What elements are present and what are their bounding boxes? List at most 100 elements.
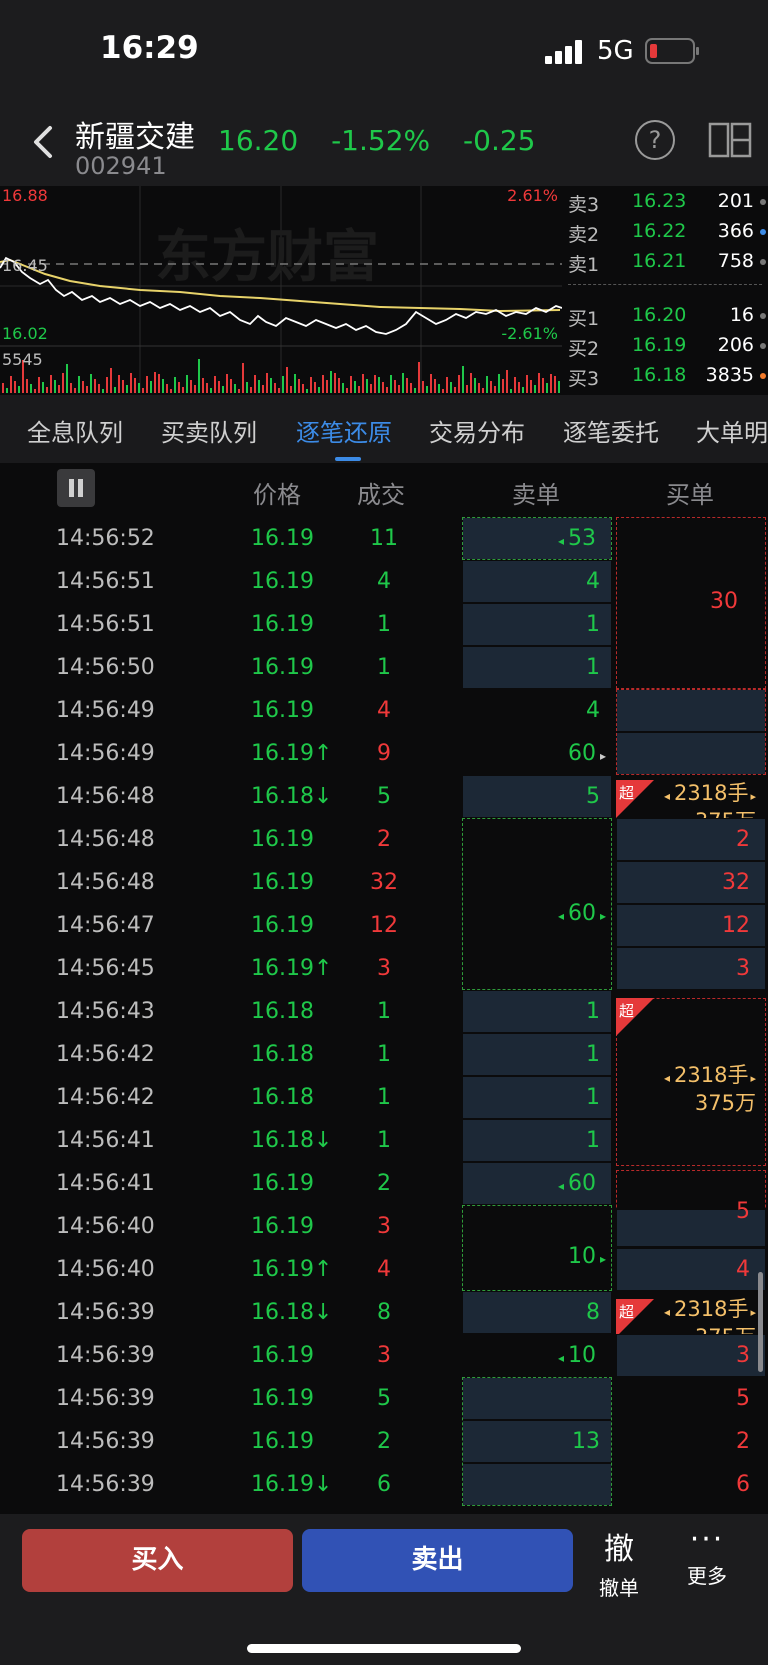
sell-order-value: 1 bbox=[586, 612, 600, 637]
volume-bar bbox=[510, 389, 512, 393]
volume-bar bbox=[266, 373, 268, 393]
sell-order-value: 1 bbox=[586, 999, 600, 1024]
volume-bar bbox=[518, 382, 520, 393]
trade-time: 14:56:51 bbox=[56, 569, 155, 594]
trade-row: 14:56:39 16.19 5 bbox=[0, 1377, 768, 1420]
trade-time: 14:56:39 bbox=[56, 1343, 155, 1368]
volume-bar bbox=[274, 383, 276, 393]
volume-bar bbox=[158, 374, 160, 393]
trade-volume: 3 bbox=[377, 1214, 391, 1239]
cancel-order-button[interactable]: 撤 撤单 bbox=[596, 1524, 642, 1601]
volume-bar bbox=[234, 384, 236, 393]
trade-price: 16.19↑ bbox=[251, 956, 333, 981]
volume-bar bbox=[118, 375, 120, 393]
volume-bar bbox=[310, 377, 312, 393]
buy-group-border bbox=[616, 689, 766, 775]
trade-time: 14:56:39 bbox=[56, 1300, 155, 1325]
bid-row-2: 买2 16.19 206 bbox=[562, 330, 768, 360]
bid-row-1: 买1 16.20 16 bbox=[562, 300, 768, 330]
help-icon[interactable]: ? bbox=[635, 120, 675, 160]
volume-bar bbox=[182, 387, 184, 393]
trade-price: 16.18 bbox=[251, 999, 314, 1024]
layout-switch-icon[interactable] bbox=[708, 120, 752, 160]
trade-price: 16.19↑ bbox=[251, 741, 333, 766]
trade-time: 14:56:45 bbox=[56, 956, 155, 981]
trade-list[interactable]: 14:56:52 16.19 11 14:56:51 16.19 4 14:56:51 16.… bbox=[0, 517, 768, 1517]
ask-label: 卖2 bbox=[568, 224, 600, 246]
ask-volume: 758 bbox=[717, 250, 754, 272]
trade-price: 16.18↓ bbox=[251, 784, 333, 809]
buy-order-value: 3 bbox=[736, 956, 750, 981]
volume-bar bbox=[166, 384, 168, 393]
bid-price: 16.20 bbox=[632, 304, 687, 326]
volume-bar bbox=[462, 366, 464, 393]
trade-time: 14:56:47 bbox=[56, 913, 155, 938]
volume-bar bbox=[378, 377, 380, 393]
chart-low-pct: -2.61% bbox=[501, 324, 558, 343]
trade-volume: 4 bbox=[377, 698, 391, 723]
tab-trade-distribution[interactable]: 交易分布 bbox=[429, 413, 525, 448]
volume-bar bbox=[94, 379, 96, 393]
trade-volume: 2 bbox=[377, 1171, 391, 1196]
trade-volume: 2 bbox=[377, 827, 391, 852]
volume-bar bbox=[442, 389, 444, 393]
pause-icon[interactable] bbox=[57, 469, 95, 507]
volume-bar bbox=[82, 381, 84, 393]
back-icon[interactable] bbox=[28, 122, 58, 162]
trade-volume: 1 bbox=[377, 1042, 391, 1067]
volume-bar bbox=[278, 388, 280, 393]
trade-time: 14:56:52 bbox=[56, 526, 155, 551]
volume-bar bbox=[346, 388, 348, 393]
buy-button[interactable]: 买入 bbox=[22, 1529, 293, 1592]
trade-price: 16.19 bbox=[251, 655, 314, 680]
big-order-info[interactable]: ◂2318手▸375万 bbox=[654, 1063, 756, 1115]
stock-quote: 16.20 -1.52% -0.25 bbox=[218, 124, 550, 157]
scrollbar[interactable] bbox=[758, 1272, 763, 1372]
tab-tick-orders[interactable]: 逐笔委托 bbox=[563, 413, 659, 448]
trade-time: 14:56:39 bbox=[56, 1472, 155, 1497]
volume-bar bbox=[314, 382, 316, 393]
volume-bar bbox=[410, 383, 412, 393]
buy-order-value: 5 bbox=[736, 1386, 750, 1411]
volume-bar bbox=[134, 378, 136, 393]
volume-bar bbox=[34, 389, 36, 393]
tab-full-queue[interactable]: 全息队列 bbox=[27, 413, 123, 448]
ask-row-1: 卖1 16.21 758 bbox=[562, 246, 768, 276]
volume-bar bbox=[270, 378, 272, 393]
tab-bid-ask-queue[interactable]: 买卖队列 bbox=[161, 413, 257, 448]
trade-price: 16.18 bbox=[251, 1042, 314, 1067]
ask-row-2: 卖2 16.22 366 bbox=[562, 216, 768, 246]
trade-time: 14:56:39 bbox=[56, 1429, 155, 1454]
col-volume: 成交 bbox=[357, 481, 405, 509]
home-indicator[interactable] bbox=[247, 1644, 521, 1653]
buy-order-value: 12 bbox=[722, 913, 750, 938]
trade-time: 14:56:41 bbox=[56, 1128, 155, 1153]
trade-price: 16.18 bbox=[251, 1085, 314, 1110]
more-button[interactable]: ··· 更多 bbox=[682, 1524, 732, 1589]
volume-bar bbox=[110, 368, 112, 393]
volume-bar bbox=[38, 377, 40, 393]
ask-label: 卖1 bbox=[568, 254, 600, 276]
buy-order-value: 3 bbox=[736, 1343, 750, 1368]
volume-bar bbox=[258, 380, 260, 393]
tab-tick-restore[interactable]: 逐笔还原 bbox=[296, 413, 392, 448]
trade-price: 16.18↓ bbox=[251, 1300, 333, 1325]
volume-bar bbox=[530, 380, 532, 393]
volume-bar bbox=[522, 387, 524, 393]
volume-bar bbox=[262, 385, 264, 393]
battery-icon bbox=[645, 38, 699, 64]
order-book[interactable]: 卖3 16.23 201 卖2 16.22 366 卖1 16.21 758 买… bbox=[562, 186, 768, 393]
volume-bar bbox=[98, 384, 100, 393]
bid-price: 16.19 bbox=[632, 334, 687, 356]
cancel-icon: 撤 bbox=[604, 1532, 634, 1567]
tab-big-orders[interactable]: 大单明 bbox=[696, 413, 768, 448]
more-label: 更多 bbox=[687, 1564, 727, 1588]
trade-volume: 32 bbox=[370, 870, 398, 895]
book-divider bbox=[568, 284, 762, 285]
sell-button[interactable]: 卖出 bbox=[302, 1529, 573, 1592]
volume-bar bbox=[186, 375, 188, 393]
volume-bar bbox=[230, 379, 232, 393]
intraday-chart[interactable]: 东方财富 16.88 2.61% 16.45 16.02 -2.61% 5545 bbox=[0, 186, 562, 393]
sell-order-value: 8 bbox=[586, 1300, 600, 1325]
volume-bar bbox=[354, 381, 356, 393]
